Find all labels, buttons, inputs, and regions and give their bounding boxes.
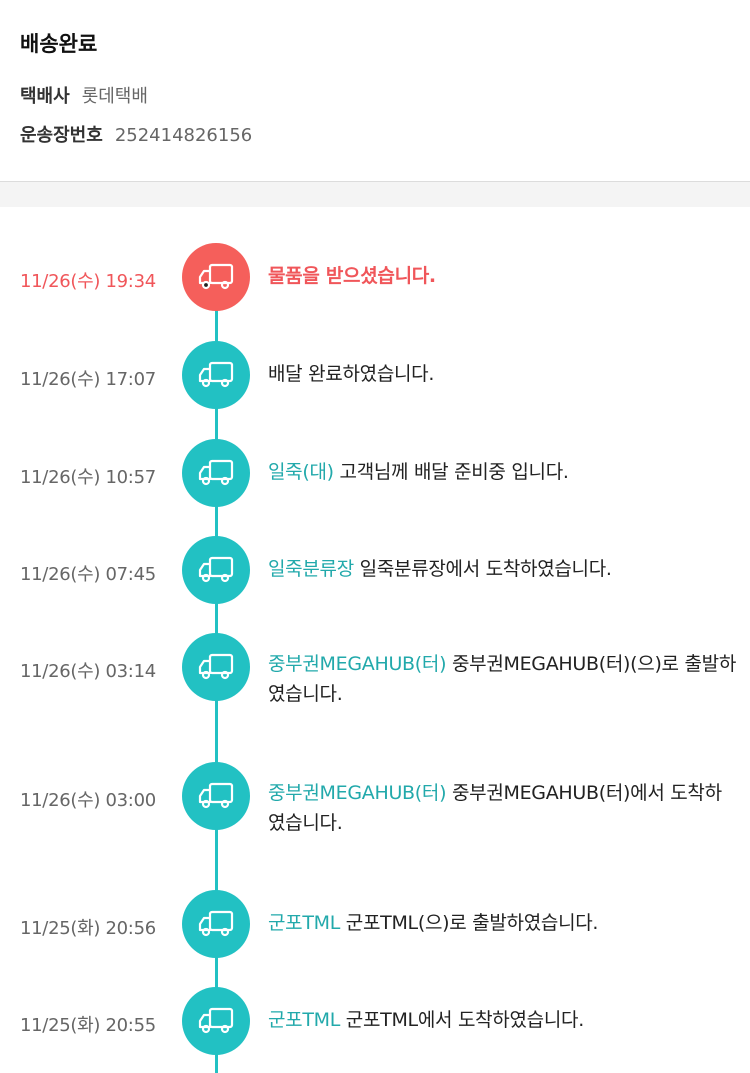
event-time: 11/26(수) 03:14	[20, 661, 156, 682]
event-location: 군포TML	[268, 912, 341, 934]
delivery-truck-icon	[182, 762, 250, 830]
event-message: 일죽분류장 일죽분류장에서 도착하였습니다.	[268, 558, 612, 580]
event-message: 물품을 받으셨습니다.	[268, 265, 436, 287]
courier-value: 롯데택배	[81, 86, 148, 107]
event-message: 배달 완료하였습니다.	[268, 363, 435, 385]
tracking-number-value[interactable]: 252414826156	[115, 125, 252, 146]
event-time: 11/26(수) 03:00	[20, 790, 156, 811]
tracking-row: 운송장번호 252414826156	[20, 121, 252, 147]
delivery-status-title: 배송완료	[20, 32, 98, 56]
delivery-truck-icon	[182, 439, 250, 507]
event-message: 군포TML 군포TML(으)로 출발하였습니다.	[268, 912, 599, 934]
courier-row: 택배사 롯데택배	[20, 82, 148, 108]
event-location: 중부권MEGAHUB(터)	[268, 782, 447, 804]
courier-label: 택배사	[20, 86, 70, 107]
event-time: 11/25(화) 20:56	[20, 918, 156, 939]
delivery-truck-icon	[182, 243, 250, 311]
delivery-truck-icon	[182, 341, 250, 409]
tracking-timeline: 11/26(수) 19:34 물품을 받으셨습니다. 11/26(수) 17:0…	[0, 207, 750, 1073]
event-message: 군포TML 군포TML에서 도착하였습니다.	[268, 1009, 584, 1031]
event-message: 중부권MEGAHUB(터) 중부권MEGAHUB(터)(으)로 출발하였습니다.	[268, 653, 737, 705]
delivery-truck-icon	[182, 536, 250, 604]
tracking-number-label: 운송장번호	[20, 125, 103, 146]
event-time: 11/26(수) 17:07	[20, 369, 156, 390]
delivery-truck-icon	[182, 633, 250, 701]
section-divider	[0, 182, 750, 207]
event-location: 군포TML	[268, 1009, 341, 1031]
delivery-summary: 배송완료 택배사 롯데택배 운송장번호 252414826156	[0, 0, 750, 182]
event-time: 11/26(수) 19:34	[20, 271, 156, 292]
delivery-truck-icon	[182, 987, 250, 1055]
event-time: 11/25(화) 20:55	[20, 1015, 156, 1036]
event-message: 중부권MEGAHUB(터) 중부권MEGAHUB(터)에서 도착하였습니다.	[268, 782, 722, 834]
delivery-truck-icon	[182, 890, 250, 958]
event-location: 일죽(대)	[268, 461, 334, 483]
event-location: 중부권MEGAHUB(터)	[268, 653, 447, 675]
event-time: 11/26(수) 10:57	[20, 467, 156, 488]
event-location: 일죽분류장	[268, 558, 354, 580]
event-time: 11/26(수) 07:45	[20, 564, 156, 585]
event-message: 일죽(대) 고객님께 배달 준비중 입니다.	[268, 461, 569, 483]
